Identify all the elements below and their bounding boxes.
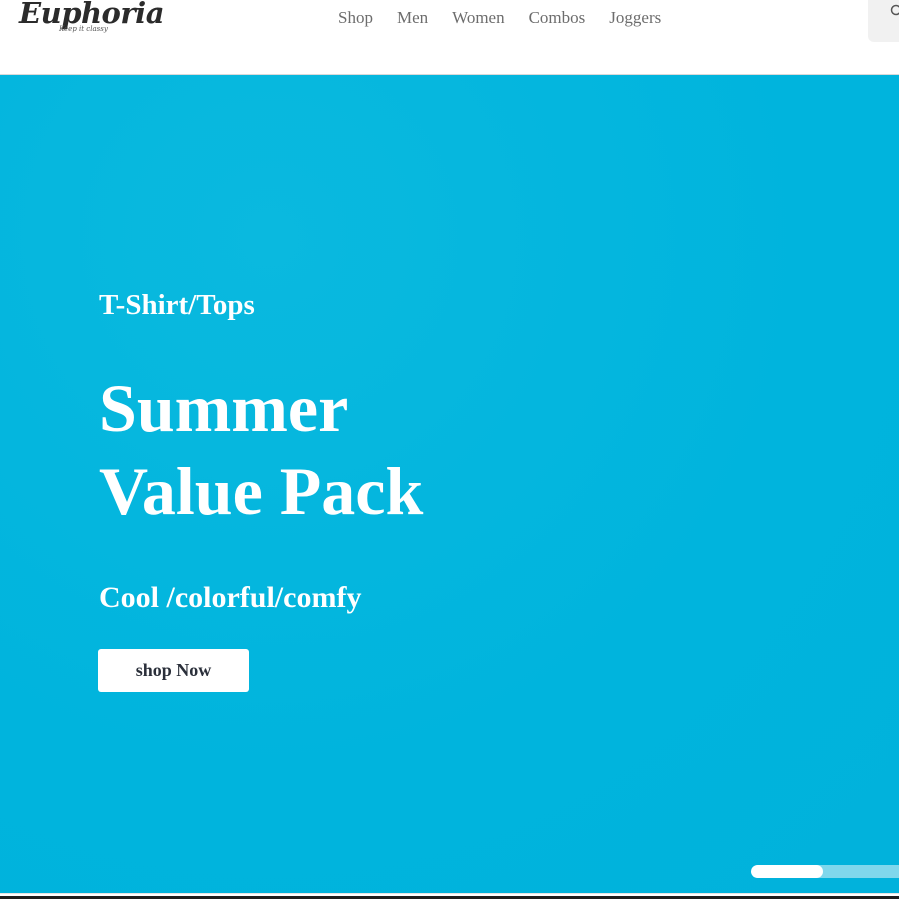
shop-now-button[interactable]: shop Now <box>98 649 249 692</box>
hero-title-line-1: Summer <box>99 370 349 446</box>
main-nav: Shop Men Women Combos Joggers <box>326 6 673 30</box>
hero-banner: T-Shirt/Tops Summer Value Pack Cool /col… <box>0 75 899 893</box>
site-header: Euphoria Keep it classy Shop Men Women C… <box>0 0 899 75</box>
logo-tagline: Keep it classy <box>59 25 108 33</box>
carousel-progress-track[interactable] <box>751 865 899 878</box>
nav-item-men[interactable]: Men <box>385 6 440 30</box>
carousel-progress-fill <box>751 865 823 878</box>
brand-logo[interactable]: Euphoria Keep it classy <box>19 0 164 42</box>
search-icon[interactable] <box>890 4 899 18</box>
hero-title-line-2: Value Pack <box>99 453 424 529</box>
hero-title: Summer Value Pack <box>99 367 423 533</box>
search-box[interactable] <box>868 0 899 42</box>
nav-item-shop[interactable]: Shop <box>326 6 385 30</box>
nav-item-joggers[interactable]: Joggers <box>597 6 673 30</box>
nav-item-combos[interactable]: Combos <box>517 6 598 30</box>
hero-category: T-Shirt/Tops <box>99 289 255 321</box>
nav-item-women[interactable]: Women <box>440 6 516 30</box>
hero-subtitle: Cool /colorful/comfy <box>99 581 362 614</box>
page: Euphoria Keep it classy Shop Men Women C… <box>0 0 899 899</box>
